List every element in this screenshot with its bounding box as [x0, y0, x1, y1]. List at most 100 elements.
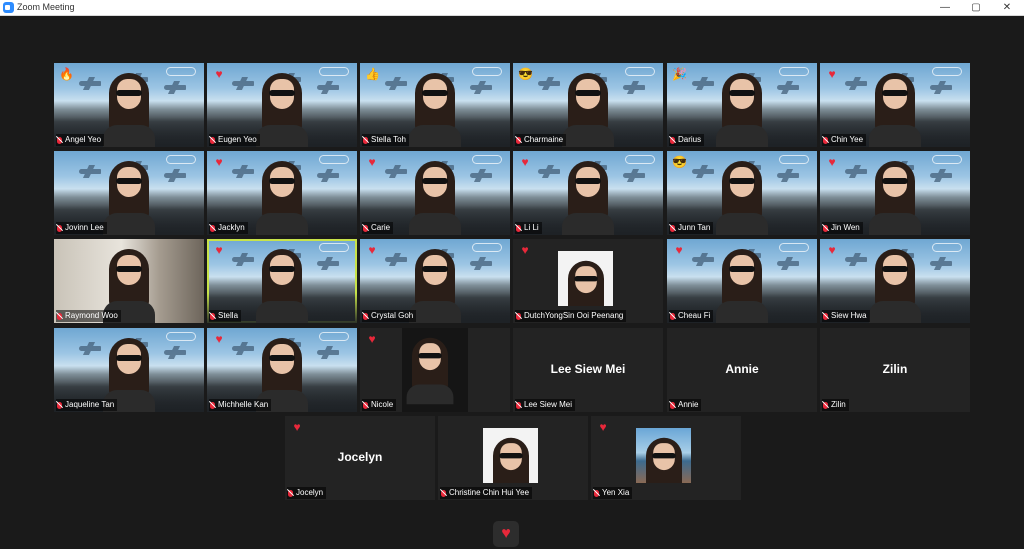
participant-tile[interactable]: 🔥 Angel Yeo [54, 63, 204, 147]
person-shirt [562, 213, 614, 235]
participant-tile[interactable]: Annie Annie [667, 328, 817, 412]
participant-display-name: Annie [725, 362, 759, 376]
participant-tile[interactable]: ♥ Michhelle Kan [207, 328, 357, 412]
participant-name: Eugen Yeo [218, 135, 257, 144]
participant-name-tag: Raymond Woo [56, 310, 121, 322]
participant-tile[interactable]: ♥ DutchYongSin Ooi Peenang [513, 239, 663, 323]
jet-graphic [79, 346, 101, 351]
participant-tile[interactable]: Jovinn Lee [54, 151, 204, 235]
participant-name-tag: Christine Chin Hui Yee [440, 487, 533, 499]
participant-name-tag: Stella [209, 310, 242, 322]
participant-tile[interactable]: 🎉 Darius [667, 63, 817, 147]
participant-tile[interactable]: ♥ Li Li [513, 151, 663, 235]
participant-tile[interactable]: Christine Chin Hui Yee [438, 416, 588, 500]
participant-name-tag: Li Li [515, 222, 542, 234]
heart-icon: ♥ [215, 155, 223, 169]
muted-mic-icon [363, 224, 368, 232]
participant-tile[interactable]: ♥ Stella [207, 239, 357, 323]
participant-name-tag: Crystal Goh [362, 310, 417, 322]
heart-icon: ♥ [828, 155, 836, 169]
participant-tile[interactable]: Zilin Zilin [820, 328, 970, 412]
participant-display-name: Jocelyn [337, 450, 383, 464]
person-shirt [103, 125, 155, 147]
participant-name: Jacklyn [218, 223, 245, 232]
jet-graphic [930, 85, 952, 90]
participant-tile[interactable]: ♥ Carie [360, 151, 510, 235]
background-logo [779, 243, 809, 252]
jet-graphic [538, 169, 560, 174]
sunglasses-graphic [269, 355, 295, 361]
participant-tile[interactable]: ♥ Chin Yee [820, 63, 970, 147]
participant-tile[interactable]: 😎 Charmaine [513, 63, 663, 147]
participant-tile[interactable]: ♥ Siew Hwa [820, 239, 970, 323]
participant-name: Siew Hwa [831, 311, 867, 320]
participant-video-person [869, 73, 921, 147]
participant-name: Angel Yeo [65, 135, 102, 144]
participant-video-person [716, 249, 768, 323]
participant-tile[interactable]: 👍 Stella Toh [360, 63, 510, 147]
heart-icon: ♥ [293, 420, 301, 434]
participant-tile[interactable]: Jocelyn ♥ Jocelyn [285, 416, 435, 500]
participant-name: Jocelyn [296, 488, 324, 497]
jet-graphic [623, 85, 645, 90]
maximize-button[interactable]: ▢ [961, 0, 991, 15]
participant-video-person [406, 337, 454, 405]
heart-icon: ♥ [828, 67, 836, 81]
sunglasses-graphic [116, 90, 142, 96]
jet-graphic [470, 261, 492, 266]
participant-tile[interactable]: ♥ Nicole [360, 328, 510, 412]
close-button[interactable]: ✕ [992, 0, 1022, 15]
heart-icon: ♥ [368, 155, 376, 169]
fire-icon: 🔥 [59, 67, 74, 81]
heart-icon: ♥ [215, 332, 223, 346]
heart-icon: ♥ [521, 155, 529, 169]
sunglasses-face-icon: 😎 [672, 155, 687, 169]
participant-name: Zilin [831, 400, 846, 409]
background-logo [932, 243, 962, 252]
participant-name: Lee Siew Mei [524, 400, 573, 409]
muted-mic-icon [670, 136, 675, 144]
background-logo [932, 155, 962, 164]
participant-tile[interactable]: ♥ Jacklyn [207, 151, 357, 235]
jet-graphic [845, 169, 867, 174]
heart-icon: ♥ [675, 243, 683, 257]
background-logo [779, 155, 809, 164]
participant-tile[interactable]: 😎 Junn Tan [667, 151, 817, 235]
window-title: Zoom Meeting [17, 2, 75, 12]
background-logo [319, 332, 349, 341]
participant-tile[interactable]: ♥ Crystal Goh [360, 239, 510, 323]
person-shirt [716, 301, 768, 323]
participant-name: Christine Chin Hui Yee [449, 488, 530, 497]
background-logo [472, 243, 502, 252]
participant-tile[interactable]: ♥ Yen Xia [591, 416, 741, 500]
sunglasses-graphic [422, 178, 448, 184]
jet-graphic [164, 85, 186, 90]
sunglasses-graphic [652, 453, 676, 459]
participant-display-name: Zilin [882, 362, 908, 376]
participant-name: Charmaine [524, 135, 564, 144]
participant-name: Jovinn Lee [65, 223, 104, 232]
participant-tile[interactable]: Lee Siew Mei Lee Siew Mei [513, 328, 663, 412]
sunglasses-graphic [729, 178, 755, 184]
jet-graphic [692, 257, 714, 262]
person-shirt [409, 213, 461, 235]
participant-tile[interactable]: ♥ Cheau Fi [667, 239, 817, 323]
muted-mic-icon [516, 312, 521, 320]
person-shirt [869, 125, 921, 147]
minimize-button[interactable]: — [930, 0, 960, 15]
participant-tile[interactable]: Raymond Woo [54, 239, 204, 323]
reaction-heart-icon[interactable]: ♥ [493, 521, 519, 547]
participant-tile[interactable]: ♥ Eugen Yeo [207, 63, 357, 147]
participant-tile[interactable]: Jaqueline Tan [54, 328, 204, 412]
participant-name-tag: Jin Wen [822, 222, 863, 234]
participant-name-tag: Eugen Yeo [209, 134, 260, 146]
background-logo [625, 67, 655, 76]
participant-name-tag: Charmaine [515, 134, 567, 146]
jet-graphic [777, 261, 799, 266]
person-shirt [409, 301, 461, 323]
participant-name-tag: Nicole [362, 399, 397, 411]
participant-tile[interactable]: ♥ Jin Wen [820, 151, 970, 235]
sunglasses-graphic [499, 453, 523, 459]
participant-name-tag: Michhelle Kan [209, 399, 272, 411]
sunglasses-graphic [269, 90, 295, 96]
